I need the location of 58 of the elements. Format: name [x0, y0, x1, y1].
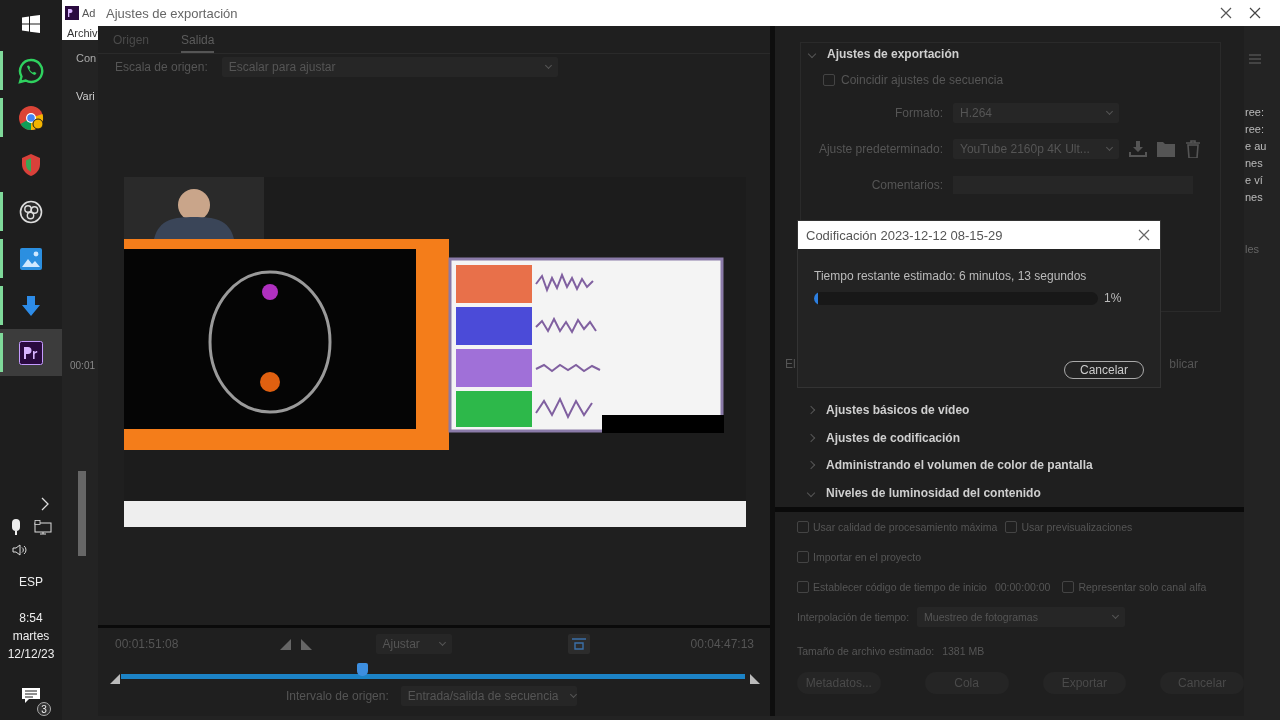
- windows-icon: [22, 14, 40, 33]
- progress-percent: 1%: [1104, 291, 1122, 305]
- shield-icon: [19, 152, 43, 177]
- notification-icon[interactable]: [21, 687, 41, 705]
- panel-label: les: [1245, 243, 1261, 255]
- dialog-title: Codificación 2023-12-12 08-15-29: [806, 227, 1003, 243]
- checkbox[interactable]: [797, 581, 809, 593]
- status-text: Tiempo restante estimado: 6 minutos, 13 segundos: [814, 269, 1088, 283]
- app-icon: [19, 340, 43, 365]
- clock-day: martes: [12, 629, 50, 643]
- mark-in-icon[interactable]: [279, 638, 292, 650]
- panel-tab[interactable]: Con: [76, 52, 98, 64]
- checkbox[interactable]: [1005, 521, 1018, 533]
- list-text: e ví: [1245, 174, 1264, 186]
- clock-date: 12/12/23: [7, 647, 55, 661]
- speaker-icon[interactable]: [12, 543, 28, 557]
- out-point-icon[interactable]: [750, 674, 760, 684]
- clock-time: 8:54: [19, 611, 43, 625]
- checkbox[interactable]: [823, 74, 835, 86]
- playhead[interactable]: [357, 663, 369, 676]
- list-text: nes: [1245, 157, 1264, 169]
- record-circle-icon: [19, 199, 43, 224]
- language-indicator[interactable]: ESP: [19, 575, 43, 589]
- save-preset-icon[interactable]: [1129, 141, 1147, 157]
- section-title[interactable]: Ajustes de exportación: [827, 47, 960, 61]
- image-icon: [19, 246, 43, 271]
- mark-out-icon[interactable]: [299, 638, 312, 650]
- section-title[interactable]: Niveles de luminosidad del contenido: [826, 486, 1041, 501]
- close-icon[interactable]: [1249, 7, 1261, 19]
- panel-label: Vari: [76, 90, 96, 102]
- close-icon[interactable]: [1138, 229, 1150, 241]
- chat-bubble-icon: [18, 57, 44, 84]
- notification-count: 3: [37, 702, 51, 716]
- timecode: 00:01: [70, 360, 97, 371]
- section-title[interactable]: Ajustes básicos de vídeo: [826, 402, 970, 417]
- checkbox[interactable]: [1062, 581, 1075, 593]
- folder-icon[interactable]: [1157, 141, 1175, 157]
- window-title: Ad: [82, 7, 96, 19]
- browser-icon: [18, 104, 44, 131]
- dialog-title: Ajustes de exportación: [106, 5, 238, 21]
- tab[interactable]: Salida: [181, 33, 215, 53]
- monitor-icon[interactable]: [34, 519, 52, 535]
- list-text: e au: [1245, 140, 1268, 152]
- list-text: ree:: [1245, 106, 1265, 118]
- section-title[interactable]: Administrando el volumen de color de pantalla: [826, 458, 1093, 473]
- close-icon[interactable]: [1220, 7, 1232, 19]
- fit-icon[interactable]: [567, 634, 590, 654]
- checkbox[interactable]: [797, 551, 809, 563]
- taskbar-app[interactable]: [0, 329, 62, 376]
- checkbox[interactable]: [797, 521, 809, 533]
- download-arrow-icon: [20, 294, 42, 317]
- list-text: nes: [1245, 191, 1264, 203]
- app-icon: [65, 6, 79, 20]
- trash-icon[interactable]: [1185, 140, 1201, 158]
- list-text: ree:: [1245, 123, 1265, 135]
- microphone-icon[interactable]: [10, 519, 22, 535]
- section-title[interactable]: Ajustes de codificación: [826, 430, 961, 445]
- in-point-icon[interactable]: [110, 674, 120, 684]
